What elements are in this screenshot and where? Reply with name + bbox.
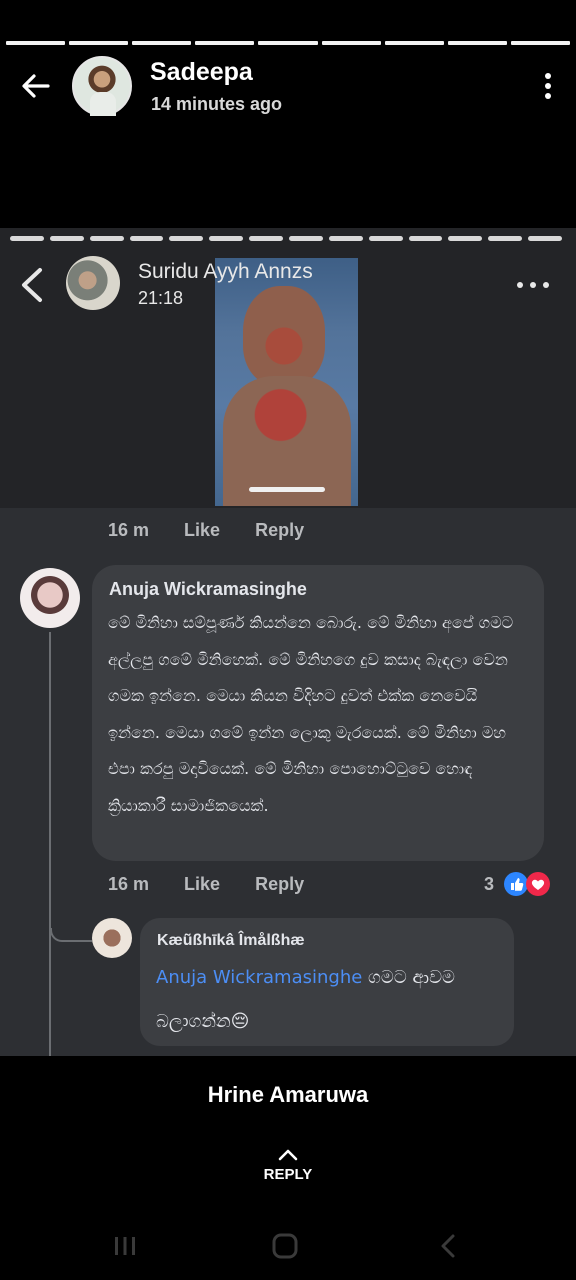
progress-segment xyxy=(195,41,255,45)
recent-apps-button[interactable] xyxy=(110,1232,140,1260)
reply-button[interactable]: REPLY xyxy=(238,1148,338,1196)
shared-screenshot: Suridu Ayyh Annzs 21:18 16 m Like Reply … xyxy=(0,228,576,1056)
inner-more-button xyxy=(516,276,550,288)
progress-segment xyxy=(321,41,381,45)
comment-time: 16 m xyxy=(108,874,150,894)
chevron-up-icon xyxy=(278,1149,298,1161)
reply-author: Kæũßhīkâ Îmålßhæ xyxy=(157,932,305,949)
progress-segment xyxy=(132,41,192,45)
comment-text: මේ මිනිහා සම්පූර්ණ කියන්නෙ බොරු. මේ මිනි… xyxy=(108,613,514,815)
commenter-avatar xyxy=(20,568,80,628)
comment-bubble: Anuja Wickramasinghe මේ මිනිහා සම්පූර්ණ … xyxy=(92,565,544,861)
arrow-left-icon xyxy=(22,74,50,98)
comment-author: Anuja Wickramasinghe xyxy=(109,579,307,599)
love-reaction-icon xyxy=(526,872,550,896)
comment-meta: 16 m Like Reply xyxy=(108,874,334,895)
nav-back-button[interactable] xyxy=(434,1232,464,1260)
reply-bubble: Kæũßhīkâ Îmålßhæ Anuja Wickramasinghe ගම… xyxy=(140,918,514,1046)
like-link: Like xyxy=(184,874,221,894)
reply-link: Reply xyxy=(255,520,305,540)
avatar[interactable] xyxy=(72,56,132,116)
reaction-count: 3 xyxy=(484,874,495,894)
story-photo xyxy=(215,258,358,506)
more-options-button[interactable] xyxy=(542,72,554,102)
progress-segment xyxy=(384,41,444,45)
system-nav-bar xyxy=(0,1218,576,1274)
story-header: Sadeepa 14 minutes ago xyxy=(0,54,576,118)
reactions: 3 xyxy=(484,872,564,898)
thread-line xyxy=(49,632,51,1056)
story-user-name[interactable]: Sadeepa xyxy=(150,58,253,87)
inner-time: 21:18 xyxy=(138,288,184,308)
comment-time: 16 m xyxy=(108,520,150,540)
chevron-left-icon xyxy=(22,268,42,302)
nav-back-icon xyxy=(441,1234,455,1258)
story-time: 14 minutes ago xyxy=(151,94,283,114)
more-horizontal-icon xyxy=(517,282,549,288)
progress-segment xyxy=(510,41,570,45)
more-vertical-icon xyxy=(545,73,551,99)
comment-meta: 16 m Like Reply xyxy=(108,520,334,541)
progress-segment xyxy=(447,41,507,45)
story-caption: Hrine Amaruwa xyxy=(207,1082,369,1107)
reply-avatar xyxy=(92,918,132,958)
story-progress xyxy=(6,41,570,45)
back-button[interactable] xyxy=(18,68,54,104)
reply-label: REPLY xyxy=(263,1166,313,1183)
mention-link: Anuja Wickramasinghe xyxy=(156,967,363,988)
progress-segment xyxy=(69,41,129,45)
like-link: Like xyxy=(184,520,221,540)
progress-segment xyxy=(6,41,66,45)
recent-apps-icon xyxy=(115,1237,135,1255)
inner-avatar xyxy=(66,256,120,310)
inner-back-button xyxy=(18,266,46,304)
progress-segment xyxy=(258,41,318,45)
reply-text: Anuja Wickramasinghe ගමට ආවම බලාගන්න😔 xyxy=(156,956,502,1044)
reply-link: Reply xyxy=(255,874,305,894)
reply-connector xyxy=(50,928,92,942)
inner-story-progress xyxy=(10,236,563,241)
inner-author-name: Suridu Ayyh Annzs xyxy=(138,260,313,283)
home-icon xyxy=(272,1233,298,1259)
home-button[interactable] xyxy=(270,1232,300,1260)
like-reaction-icon xyxy=(504,872,528,896)
